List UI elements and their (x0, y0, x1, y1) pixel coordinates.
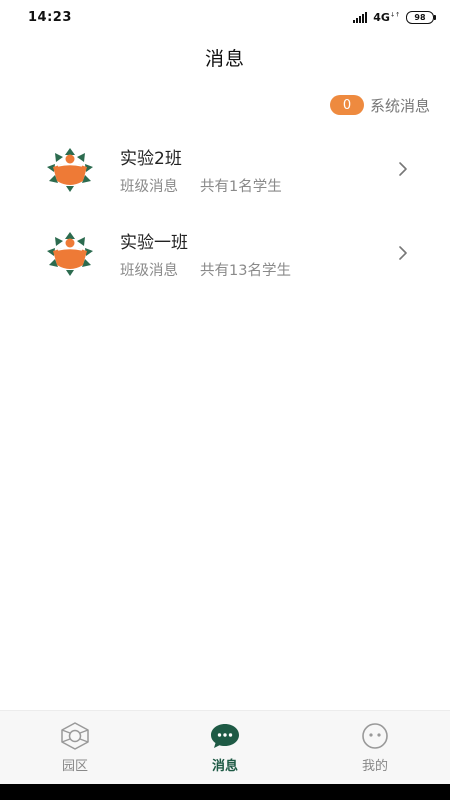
class-item-text: 实验2班 班级消息 共有1名学生 (120, 144, 282, 196)
class-meta: 班级消息 共有1名学生 (120, 175, 282, 196)
tab-messages[interactable]: 消息 (165, 721, 285, 774)
class-type: 班级消息 (120, 263, 178, 279)
class-meta: 班级消息 共有13名学生 (120, 259, 291, 280)
class-type: 班级消息 (120, 179, 178, 195)
class-item-1[interactable]: 实验2班 班级消息 共有1名学生 (0, 128, 450, 212)
class-list: 实验2班 班级消息 共有1名学生 实验一班 班级消息 共有13名学生 (0, 128, 450, 296)
status-indicators: 4G↓↑ 98 (353, 10, 436, 24)
chevron-right-icon (399, 246, 407, 260)
tab-label: 消息 (211, 759, 238, 774)
status-bar: 14:23 4G↓↑ 98 (0, 0, 450, 34)
campus-icon (61, 722, 89, 750)
class-student-count: 共有13名学生 (200, 263, 291, 279)
messages-screen: 14:23 4G↓↑ 98 消息 0 系统消息 实验2班 班级消息 共有1名学生… (0, 0, 450, 800)
tab-profile[interactable]: 我的 (315, 721, 435, 774)
class-name: 实验2班 (120, 149, 182, 169)
network-type: 4G↓↑ (373, 10, 400, 24)
status-time: 14:23 (28, 9, 72, 25)
tab-label: 园区 (61, 759, 88, 774)
system-message-label: 系统消息 (369, 96, 430, 115)
class-item-2[interactable]: 实验一班 班级消息 共有13名学生 (0, 212, 450, 296)
bottom-tab-bar: 园区 消息 我的 (0, 710, 450, 784)
system-message-count-badge: 0 (329, 95, 364, 115)
class-item-text: 实验一班 班级消息 共有13名学生 (120, 228, 291, 280)
class-logo-icon (47, 232, 93, 276)
tab-label: 我的 (361, 759, 388, 774)
page-title: 消息 (204, 48, 245, 70)
class-logo-icon (47, 148, 93, 192)
battery-icon: 98 (406, 10, 436, 24)
system-message-button[interactable]: 0 系统消息 (329, 94, 430, 116)
chat-icon (211, 724, 239, 748)
class-name: 实验一班 (120, 233, 188, 253)
profile-face-icon (362, 723, 388, 749)
class-student-count: 共有1名学生 (200, 179, 282, 195)
signal-icon (353, 11, 368, 23)
system-navigation-strip (0, 784, 450, 800)
chevron-right-icon (399, 162, 407, 176)
tab-campus[interactable]: 园区 (15, 721, 135, 774)
